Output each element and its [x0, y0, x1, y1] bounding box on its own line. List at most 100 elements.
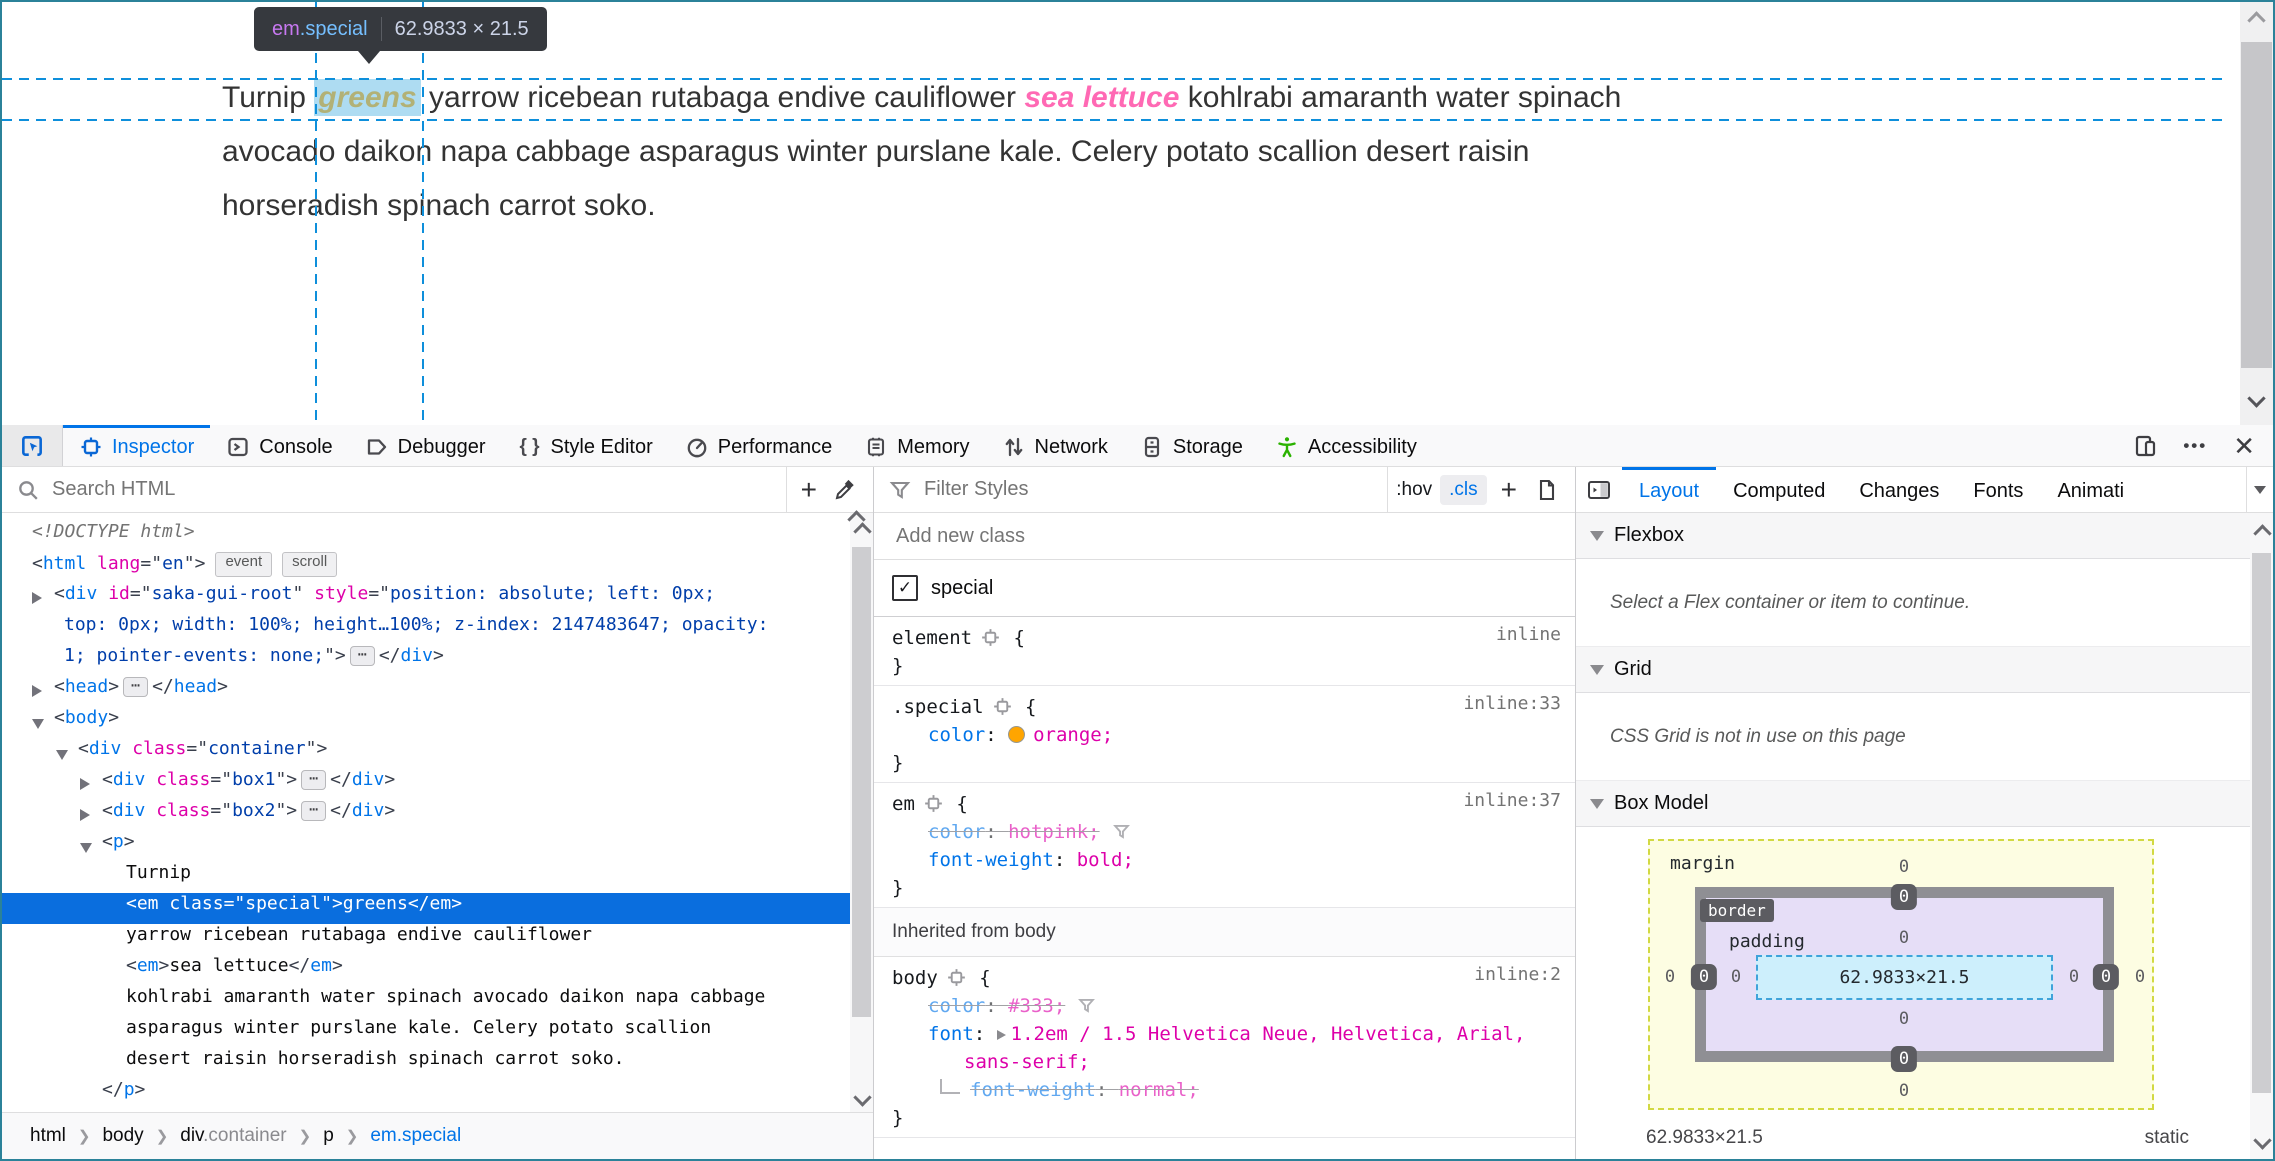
color-swatch[interactable] [1008, 726, 1026, 743]
property-value[interactable]: #333; [1008, 995, 1065, 1017]
page-scrollbar[interactable] [2240, 2, 2273, 425]
breadcrumb-item-em-special[interactable]: em.special [370, 1125, 461, 1147]
property-name[interactable]: font-weight [928, 849, 1054, 871]
rule-source-link[interactable]: inline:37 [1463, 790, 1561, 811]
markup-row[interactable]: <p> [2, 831, 850, 862]
markup-row[interactable]: <!DOCTYPE html> [2, 521, 850, 552]
border-bottom-value[interactable]: 0 [1890, 1046, 1918, 1072]
css-declaration[interactable]: color: #333; [874, 992, 1575, 1020]
devtools-tab-inspector[interactable]: Inspector [63, 425, 211, 466]
collapse-twisty-icon[interactable] [32, 719, 44, 729]
class-toggle-button[interactable]: .cls [1440, 474, 1487, 505]
overridden-filter-icon[interactable] [1112, 822, 1131, 841]
markup-row[interactable]: <div class="container"> [2, 738, 850, 769]
selector-highlighter-icon[interactable] [947, 968, 966, 987]
markup-row[interactable]: <html lang="en"> event scroll [2, 552, 850, 583]
scroll-down-arrow[interactable] [2253, 1131, 2272, 1150]
devtools-tab-performance[interactable]: Performance [669, 425, 849, 466]
class-checkbox[interactable]: ✓ [892, 575, 918, 601]
markup-row[interactable]: </p> [2, 1079, 850, 1110]
scroll-up-arrow[interactable] [2253, 524, 2272, 543]
breadcrumb-item-body[interactable]: body [102, 1125, 143, 1147]
property-value[interactable]: bold; [1077, 849, 1134, 871]
devtools-tab-network[interactable]: Network [986, 425, 1124, 466]
expand-twisty-icon[interactable] [80, 809, 90, 821]
rule-source-link[interactable]: inline:2 [1474, 964, 1561, 985]
collapse-twisty-icon[interactable] [80, 843, 92, 853]
collapsed-children-ellipsis[interactable]: ⋯ [349, 646, 375, 666]
padding-top-value[interactable]: 0 [1899, 928, 1909, 948]
scrollbar-thumb[interactable] [852, 547, 871, 1017]
add-rule-button[interactable]: + [1487, 474, 1531, 506]
padding-right-value[interactable]: 0 [2069, 967, 2079, 987]
markup-row[interactable]: <em>sea lettuce</em> [2, 955, 850, 986]
css-declaration[interactable]: font: 1.2em / 1.5 Helvetica Neue, Helvet… [874, 1020, 1575, 1048]
sidebar-tab-fonts[interactable]: Fonts [1956, 467, 2040, 512]
section-header-box-model[interactable]: Box Model [1576, 781, 2273, 827]
markup-row[interactable]: desert raisin horseradish spinach carrot… [2, 1048, 850, 1079]
scroll-down-arrow[interactable] [2247, 389, 2266, 408]
badge-event[interactable]: event [215, 552, 273, 577]
margin-top-value[interactable]: 0 [1899, 857, 1909, 877]
breadcrumb-item-html[interactable]: html [30, 1125, 66, 1147]
devtools-tab-console[interactable]: Console [210, 425, 348, 466]
rule-source-link[interactable]: inline [1496, 624, 1561, 645]
padding-left-value[interactable]: 0 [1731, 967, 1741, 987]
selector-highlighter-icon[interactable] [993, 697, 1012, 716]
css-declaration[interactable]: color: orange; [874, 721, 1575, 749]
collapsed-children-ellipsis[interactable]: ⋯ [301, 770, 327, 790]
sidebar-tab-layout[interactable]: Layout [1622, 467, 1717, 512]
margin-left-value[interactable]: 0 [1665, 967, 1675, 987]
three-pane-toggle-icon[interactable] [1576, 467, 1622, 512]
breadcrumb-item-div[interactable]: div.container [180, 1125, 286, 1147]
collapsed-children-ellipsis[interactable]: ⋯ [123, 677, 149, 697]
panel-splitter-right[interactable] [1575, 467, 1576, 1159]
rule-selector[interactable]: body [892, 967, 938, 989]
search-html-input[interactable] [50, 477, 786, 502]
rule-selector[interactable]: .special [892, 696, 984, 718]
expand-computed-icon[interactable] [996, 1030, 1006, 1040]
markup-row[interactable]: asparagus winter purslane kale. Celery p… [2, 1017, 850, 1048]
markup-row[interactable]: <div id="saka-gui-root" style="position:… [2, 583, 850, 614]
property-value[interactable]: 1.2em / 1.5 Helvetica Neue, Helvetica, A… [1011, 1023, 1526, 1045]
sidebar-tab-changes[interactable]: Changes [1842, 467, 1956, 512]
markup-row[interactable]: Turnip [2, 862, 850, 893]
box-model-content-dimensions[interactable]: 62.9833×21.5 [1756, 955, 2053, 1000]
border-top-value[interactable]: 0 [1890, 884, 1918, 910]
devtools-tab-debugger[interactable]: Debugger [349, 425, 502, 466]
add-node-button[interactable]: + [787, 474, 831, 506]
breadcrumb-item-p[interactable]: p [323, 1125, 334, 1147]
rule-selector[interactable]: element [892, 627, 972, 649]
section-header-flexbox[interactable]: Flexbox [1576, 513, 2273, 559]
devtools-tab-storage[interactable]: Storage [1124, 425, 1259, 466]
property-name[interactable]: color [928, 821, 985, 843]
scroll-down-arrow[interactable] [853, 1088, 872, 1107]
border-left-value[interactable]: 0 [1690, 964, 1718, 990]
add-new-class-row[interactable] [874, 513, 1575, 560]
scrollbar-thumb[interactable] [2252, 553, 2271, 1093]
rule-source-link[interactable]: inline:33 [1463, 693, 1561, 714]
sidebar-tab-computed[interactable]: Computed [1716, 467, 1842, 512]
selector-highlighter-icon[interactable] [924, 794, 943, 813]
devtools-tab-style-editor[interactable]: { } Style Editor [502, 425, 669, 466]
close-devtools-icon[interactable]: ✕ [2233, 433, 2255, 459]
markup-row[interactable]: kohlrabi amaranth water spinach avocado … [2, 986, 850, 1017]
eyedropper-icon[interactable] [833, 478, 857, 502]
expand-twisty-icon[interactable] [32, 592, 42, 604]
section-header-grid[interactable]: Grid [1576, 647, 2273, 693]
responsive-design-mode-icon[interactable] [2133, 434, 2157, 458]
markup-row[interactable]: <div class="box2"> ⋯ </div> [2, 800, 850, 831]
new-stylesheet-icon[interactable] [1535, 478, 1559, 502]
markup-row[interactable]: <head> ⋯ </head> [2, 676, 850, 707]
markup-row[interactable]: top: 0px; width: 100%; height…100%; z-in… [2, 614, 850, 645]
property-value[interactable]: orange; [1033, 724, 1113, 746]
markup-row[interactable]: <body> [2, 707, 850, 738]
pseudo-class-toggle[interactable]: :hov [1388, 475, 1440, 505]
expand-twisty-icon[interactable] [32, 685, 42, 697]
layout-scrollbar[interactable] [2250, 513, 2273, 1159]
overridden-filter-icon[interactable] [1077, 996, 1096, 1015]
markup-scrollbar[interactable] [847, 510, 873, 1112]
collapsed-children-ellipsis[interactable]: ⋯ [301, 801, 327, 821]
all-tabs-dropdown-icon[interactable] [2246, 467, 2273, 512]
badge-scroll[interactable]: scroll [282, 552, 338, 577]
